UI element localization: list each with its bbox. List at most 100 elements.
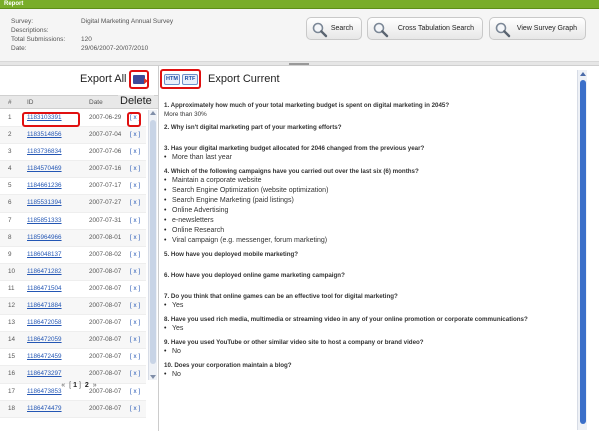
delete-button[interactable]: [ x ] — [130, 370, 140, 377]
table-row[interactable]: 16 1186473297 2007-08-07 [ x ] — [0, 366, 146, 384]
table-row[interactable]: 11 1186471504 2007-08-07 [ x ] — [0, 281, 146, 299]
submissions-scrollbar[interactable] — [148, 110, 157, 380]
row-number: 16 — [8, 370, 16, 378]
submission-id-link[interactable]: 1186472058 — [27, 319, 62, 326]
delete-button[interactable]: [ x ] — [130, 336, 140, 343]
table-row[interactable]: 14 1186472059 2007-08-07 [ x ] — [0, 332, 146, 350]
table-row[interactable]: 15 1186472459 2007-08-07 [ x ] — [0, 349, 146, 367]
pagination-page-2[interactable]: 2 — [85, 382, 89, 389]
search-button[interactable]: Search — [306, 17, 362, 40]
scroll-up-arrow-icon[interactable] — [580, 72, 586, 76]
pagination-page-1: 1 — [73, 382, 78, 389]
scroll-thumb[interactable] — [580, 80, 586, 424]
delete-button[interactable]: [ x ] — [130, 405, 140, 412]
rtf-export-button[interactable]: RTF — [182, 74, 198, 85]
pagination-prev[interactable]: « — [61, 382, 65, 389]
submission-id-link[interactable]: 1185851333 — [27, 217, 62, 224]
pagination-next[interactable]: » — [93, 382, 97, 389]
row-number: 12 — [8, 302, 16, 310]
htm-export-button[interactable]: HTM — [164, 74, 180, 85]
submission-date: 2007-07-06 — [89, 148, 122, 156]
table-row[interactable]: 12 1186471884 2007-08-07 [ x ] — [0, 298, 146, 316]
delete-button[interactable]: [ x ] — [130, 182, 140, 189]
table-row[interactable]: 4 1184570469 2007-07-16 [ x ] — [0, 161, 146, 179]
view-survey-graph-label: View Survey Graph — [516, 25, 577, 32]
search-button-label: Search — [330, 25, 353, 32]
delete-button[interactable]: [ x ] — [130, 268, 140, 275]
submission-id-link[interactable]: 1185531394 — [27, 199, 62, 206]
delete-button[interactable]: [ x ] — [130, 148, 140, 155]
response-scrollbar[interactable] — [577, 70, 587, 430]
answer-bullet: Maintain a corporate website — [164, 176, 569, 185]
cross-tabulation-search-label: Cross Tabulation Search — [397, 25, 474, 32]
delete-button[interactable]: [ x ] — [130, 251, 140, 258]
row-number: 6 — [8, 199, 12, 207]
empty-answer — [164, 258, 569, 266]
delete-button[interactable]: [ x ] — [130, 353, 140, 360]
scroll-thumb[interactable] — [150, 120, 156, 364]
submission-id-link[interactable]: 1185964966 — [27, 234, 62, 241]
table-row[interactable]: 7 1185851333 2007-07-31 [ x ] — [0, 213, 146, 230]
submission-id-link[interactable]: 1186474479 — [27, 405, 62, 412]
row-number: 13 — [8, 319, 16, 327]
answer-bullet: Yes — [164, 301, 569, 310]
view-survey-graph-button[interactable]: View Survey Graph — [489, 17, 586, 40]
submission-id-link[interactable]: 1184570469 — [27, 165, 62, 172]
splitter-grip-icon — [289, 63, 309, 65]
question-text: 7. Do you think that online games can be… — [164, 293, 398, 300]
submission-id-link[interactable]: 1186473297 — [27, 370, 62, 377]
row-number: 5 — [8, 182, 12, 190]
table-row[interactable]: 6 1185531394 2007-07-27 [ x ] — [0, 195, 146, 213]
highlight-first-id — [22, 112, 80, 127]
submission-id-link[interactable]: 1186471504 — [27, 285, 62, 292]
empty-answer — [164, 279, 569, 287]
magnifier-icon — [373, 22, 389, 38]
delete-button[interactable]: [ x ] — [130, 234, 140, 241]
submission-date: 2007-06-29 — [89, 114, 122, 121]
export-current-label: Export Current — [208, 73, 280, 85]
scroll-up-arrow-icon[interactable] — [150, 111, 156, 115]
delete-button[interactable]: [ x ] — [130, 217, 140, 224]
submission-id-link[interactable]: 1183736834 — [27, 148, 62, 155]
response-detail-panel: HTM RTF Export Current 1. Approximately … — [160, 66, 599, 431]
date-value: 29/06/2007-20/07/2010 — [81, 45, 149, 52]
answer-bullet: More than last year — [164, 153, 569, 162]
submission-id-link[interactable]: 1183514856 — [27, 131, 62, 138]
submission-id-link[interactable]: 1186472059 — [27, 336, 62, 343]
table-row[interactable]: 18 1186474479 2007-08-07 [ x ] — [0, 400, 146, 418]
table-row[interactable]: 5 1184661236 2007-07-17 [ x ] — [0, 178, 146, 196]
submission-date: 2007-07-04 — [89, 131, 122, 139]
delete-button[interactable]: [ x ] — [130, 131, 140, 138]
table-row[interactable]: 8 1185964966 2007-08-01 [ x ] — [0, 229, 146, 247]
table-row[interactable]: 13 1186472058 2007-08-07 [ x ] — [0, 315, 146, 333]
delete-button[interactable]: [ x ] — [130, 319, 140, 326]
answer-bullet: e-newsletters — [164, 216, 569, 225]
submission-id-link[interactable]: 1186472459 — [27, 353, 62, 360]
row-number: 18 — [8, 404, 16, 412]
table-row[interactable]: 2 1183514856 2007-07-04 [ x ] — [0, 127, 146, 145]
row-number: 8 — [8, 233, 12, 241]
delete-button[interactable]: [ x ] — [130, 302, 140, 309]
submission-date: 2007-07-27 — [89, 199, 122, 207]
submission-date: 2007-08-07 — [89, 267, 122, 275]
cross-tabulation-search-button[interactable]: Cross Tabulation Search — [367, 17, 483, 40]
table-row[interactable]: 10 1186471282 2007-08-07 [ x ] — [0, 263, 146, 281]
submission-id-link[interactable]: 1184661236 — [27, 182, 62, 189]
delete-button[interactable]: [ x ] — [130, 165, 140, 172]
answer-bullet: Search Engine Optimization (website opti… — [164, 186, 569, 195]
submission-id-link[interactable]: 1186048137 — [27, 251, 62, 258]
scroll-down-arrow-icon[interactable] — [150, 375, 156, 379]
table-row[interactable]: 9 1186048137 2007-08-02 [ x ] — [0, 247, 146, 264]
table-row[interactable]: 3 1183736834 2007-07-06 [ x ] — [0, 144, 146, 162]
export-all-button[interactable] — [129, 70, 149, 89]
survey-value: Digital Marketing Annual Survey — [81, 18, 174, 25]
submission-id-link[interactable]: 1186471282 — [27, 268, 62, 275]
submission-date: 2007-08-01 — [89, 233, 122, 241]
delete-button[interactable]: [ x ] — [130, 199, 140, 206]
pagination-bracket-close: ] — [79, 382, 81, 389]
submission-id-link[interactable]: 1186471884 — [27, 302, 62, 309]
delete-button[interactable]: [ x ] — [130, 285, 140, 292]
response-content: 1. Approximately how much of your total … — [164, 96, 569, 431]
magnifier-icon — [312, 22, 328, 38]
row-number: 2 — [8, 131, 12, 139]
